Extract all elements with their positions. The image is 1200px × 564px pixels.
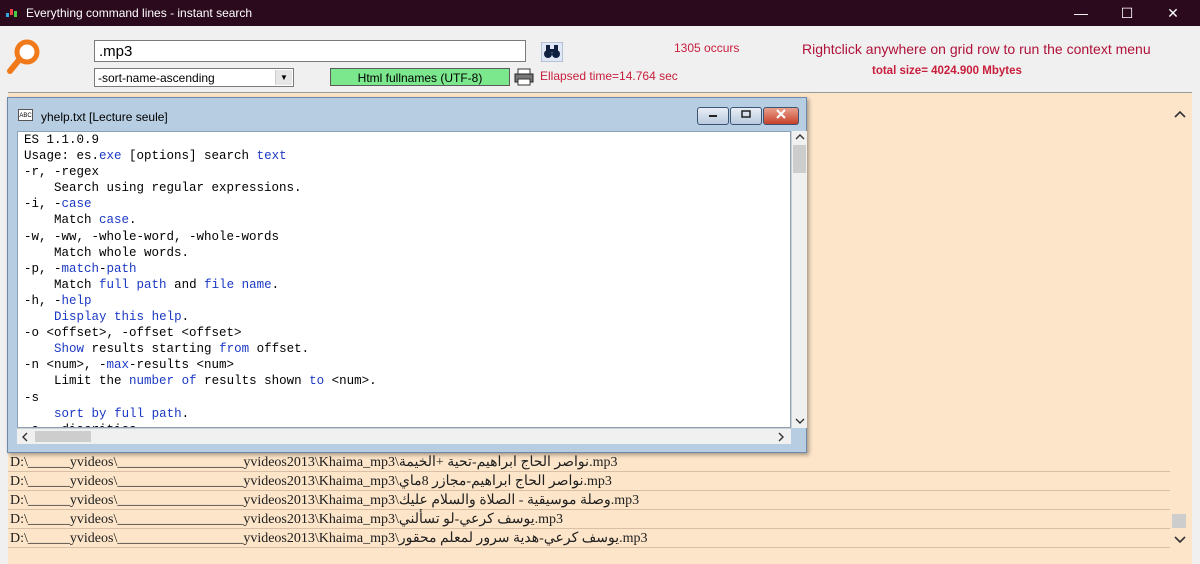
help-line: sort by full path. xyxy=(54,406,190,421)
help-close-button[interactable] xyxy=(763,107,799,125)
help-hscroll-thumb[interactable] xyxy=(35,431,91,442)
table-row[interactable]: D:\______yvideos\__________________yvide… xyxy=(10,511,563,530)
chevron-right-icon[interactable] xyxy=(777,432,785,442)
search-input[interactable] xyxy=(94,40,526,62)
binoculars-icon[interactable] xyxy=(541,42,563,62)
help-line: -w, -ww, -whole-word, -whole-words xyxy=(24,229,280,244)
help-horizontal-scrollbar[interactable] xyxy=(17,428,791,444)
help-window[interactable]: ABC yhelp.txt [Lecture seule] ES 1.1.0.9… xyxy=(7,97,807,453)
help-minimize-button[interactable] xyxy=(697,107,729,125)
table-row[interactable]: D:\______yvideos\__________________yvide… xyxy=(10,530,647,549)
chevron-down-icon[interactable] xyxy=(795,417,805,425)
app-icon xyxy=(6,9,17,17)
help-line: Limit the number of results shown to <nu… xyxy=(24,374,377,389)
help-line: Show results starting from offset. xyxy=(54,342,310,357)
help-line: -s xyxy=(24,390,40,405)
help-line: Match full path and file name. xyxy=(24,277,280,292)
grid-scroll-thumb[interactable] xyxy=(1172,514,1186,528)
table-row[interactable]: D:\______yvideos\__________________yvide… xyxy=(10,492,639,511)
elapsed-time: Ellapsed time=14.764 sec xyxy=(540,69,678,83)
maximize-button[interactable]: ☐ xyxy=(1104,0,1150,26)
help-line: Search using regular expressions. xyxy=(24,181,302,196)
printer-icon[interactable] xyxy=(514,68,534,86)
text-file-icon: ABC xyxy=(18,109,33,121)
help-restore-button[interactable] xyxy=(730,107,762,125)
help-text-area[interactable]: ES 1.1.0.9 Usage: es.exe [options] search… xyxy=(17,131,791,428)
close-icon xyxy=(776,109,786,119)
chevron-down-icon[interactable] xyxy=(1173,535,1187,545)
help-line: Display this help. xyxy=(54,310,190,325)
title-bar: Everything command lines - instant searc… xyxy=(0,0,1200,26)
help-line: -i, -case xyxy=(24,197,92,212)
help-line: Match whole words. xyxy=(24,245,190,260)
total-size: total size= 4024.900 Mbytes xyxy=(872,65,1022,77)
occurs-count: 1305 occurs xyxy=(674,41,740,55)
help-line: -n <num>, -max-results <num> xyxy=(24,358,235,373)
chevron-left-icon[interactable] xyxy=(21,432,29,442)
window-title: Everything command lines - instant searc… xyxy=(26,6,253,20)
chevron-up-icon[interactable] xyxy=(795,133,805,141)
help-line: -h, -help xyxy=(24,293,92,308)
context-menu-hint: Rightclick anywhere on grid row to run t… xyxy=(802,41,1151,57)
help-line: ES 1.1.0.9 xyxy=(24,133,100,147)
help-line: Usage: es.exe [options] search text xyxy=(24,149,287,164)
minimize-button[interactable]: — xyxy=(1058,0,1104,26)
chevron-down-icon[interactable]: ▼ xyxy=(275,70,292,85)
help-line: -p, -match-path xyxy=(24,261,137,276)
table-row[interactable]: D:\______yvideos\__________________yvide… xyxy=(10,454,617,473)
help-scroll-thumb[interactable] xyxy=(793,145,806,173)
close-button[interactable]: ✕ xyxy=(1150,0,1196,26)
minimize-icon xyxy=(709,115,717,117)
help-line: -r, -regex xyxy=(24,165,100,180)
magnifier-icon[interactable] xyxy=(6,38,42,76)
sort-select-value: -sort-name-ascending xyxy=(98,71,215,85)
help-line: Match case. xyxy=(24,213,137,228)
table-row[interactable]: D:\______yvideos\__________________yvide… xyxy=(10,473,612,492)
grid-scrollbar[interactable] xyxy=(1170,97,1192,555)
help-line: -o <offset>, -offset <offset> xyxy=(24,326,242,341)
help-vertical-scrollbar[interactable] xyxy=(791,131,807,428)
chevron-up-icon[interactable] xyxy=(1173,109,1187,119)
help-text: ES 1.1.0.9 Usage: es.exe [options] search… xyxy=(18,132,790,427)
sort-select[interactable]: -sort-name-ascending ▼ xyxy=(94,68,294,87)
html-fullnames-button[interactable]: Html fullnames (UTF-8) xyxy=(330,68,510,86)
help-window-title: yhelp.txt [Lecture seule] xyxy=(41,110,168,124)
restore-icon xyxy=(741,110,751,118)
